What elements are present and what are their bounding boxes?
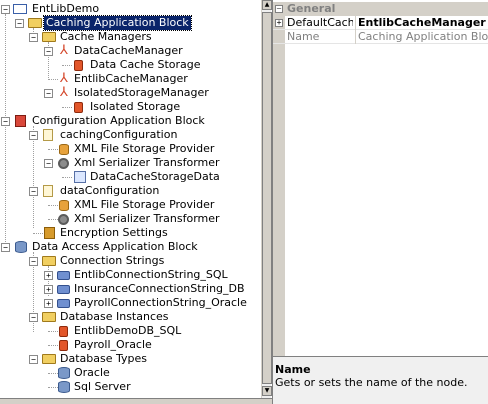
storage-icon — [74, 102, 83, 113]
xml-data-icon — [74, 171, 86, 183]
tree-line — [48, 387, 58, 388]
config-section-icon — [43, 185, 53, 197]
expand-toggle[interactable]: + — [44, 271, 53, 280]
help-description: Gets or sets the name of the node. — [275, 376, 468, 389]
scroll-up-arrow-icon[interactable]: ▲ — [262, 0, 272, 10]
property-grid-margin — [273, 16, 285, 356]
collapse-toggle[interactable]: − — [29, 257, 38, 266]
help-title: Name — [275, 363, 311, 376]
collapse-toggle[interactable]: − — [29, 355, 38, 364]
property-row-default-cache[interactable]: + DefaultCacheI EntlibCacheManager — [273, 16, 488, 30]
tree-line — [48, 331, 58, 332]
tree-line — [33, 233, 43, 234]
cache-manager-icon: ⅄ — [60, 43, 68, 58]
tree-line — [48, 373, 58, 374]
tree-line — [5, 14, 6, 246]
tree-line — [62, 177, 72, 178]
property-category-general[interactable]: − General — [273, 2, 488, 16]
collapse-toggle[interactable]: − — [29, 187, 38, 196]
expand-toggle[interactable]: + — [44, 299, 53, 308]
configuration-tree: − EntLibDemo − Caching Application Block… — [0, 0, 260, 398]
cache-manager-icon: ⅄ — [60, 85, 68, 100]
tree-line — [48, 345, 58, 346]
collapse-toggle[interactable]: − — [1, 117, 10, 126]
configuration-block-icon — [15, 115, 26, 127]
config-section-icon — [43, 129, 53, 141]
collapse-toggle[interactable]: − — [275, 5, 283, 13]
collapse-toggle[interactable]: − — [1, 5, 10, 14]
tree-line — [48, 219, 58, 220]
collapse-toggle[interactable]: − — [29, 313, 38, 322]
tree-line — [48, 205, 58, 206]
tree-line — [48, 149, 58, 150]
folder-icon — [28, 18, 42, 28]
property-help-panel: Name Gets or sets the name of the node. — [273, 356, 488, 404]
database-instance-icon — [59, 340, 68, 351]
database-type-icon — [58, 367, 70, 379]
database-type-icon — [58, 381, 70, 393]
application-icon — [13, 4, 27, 14]
gear-icon — [58, 158, 69, 169]
connection-icon — [57, 285, 70, 294]
folder-icon — [42, 354, 56, 364]
database-icon — [15, 241, 27, 253]
encryption-icon — [44, 227, 55, 239]
storage-provider-icon — [59, 144, 69, 155]
expand-toggle[interactable]: + — [44, 285, 53, 294]
folder-icon — [42, 32, 56, 42]
tree-horizontal-scrollbar[interactable] — [0, 398, 272, 404]
collapse-toggle[interactable]: − — [44, 47, 53, 56]
scrollbar-thumb[interactable] — [262, 12, 272, 384]
property-grid: − General + DefaultCacheI EntlibCacheMan… — [272, 0, 488, 404]
tree-line — [33, 126, 34, 228]
collapse-toggle[interactable]: − — [29, 33, 38, 42]
storage-icon — [74, 60, 83, 71]
tree-vertical-scrollbar[interactable]: ▲ ▼ — [261, 0, 272, 398]
tree-line — [62, 107, 72, 108]
tree-line — [62, 65, 72, 66]
connection-icon — [57, 299, 70, 308]
storage-provider-icon — [59, 200, 69, 211]
collapse-toggle[interactable]: − — [1, 243, 10, 252]
database-instance-icon — [59, 326, 68, 337]
gear-icon — [58, 214, 69, 225]
cache-manager-icon: ⅄ — [60, 71, 68, 86]
property-row-name[interactable]: Name Caching Application Block — [273, 30, 488, 44]
collapse-toggle[interactable]: − — [29, 131, 38, 140]
folder-icon — [42, 256, 56, 266]
expand-toggle[interactable]: + — [275, 19, 283, 27]
collapse-toggle[interactable]: − — [44, 89, 53, 98]
folder-icon — [42, 312, 56, 322]
collapse-toggle[interactable]: − — [15, 19, 24, 28]
collapse-toggle[interactable]: − — [44, 159, 53, 168]
connection-icon — [57, 271, 70, 280]
scroll-down-arrow-icon[interactable]: ▼ — [262, 386, 272, 396]
